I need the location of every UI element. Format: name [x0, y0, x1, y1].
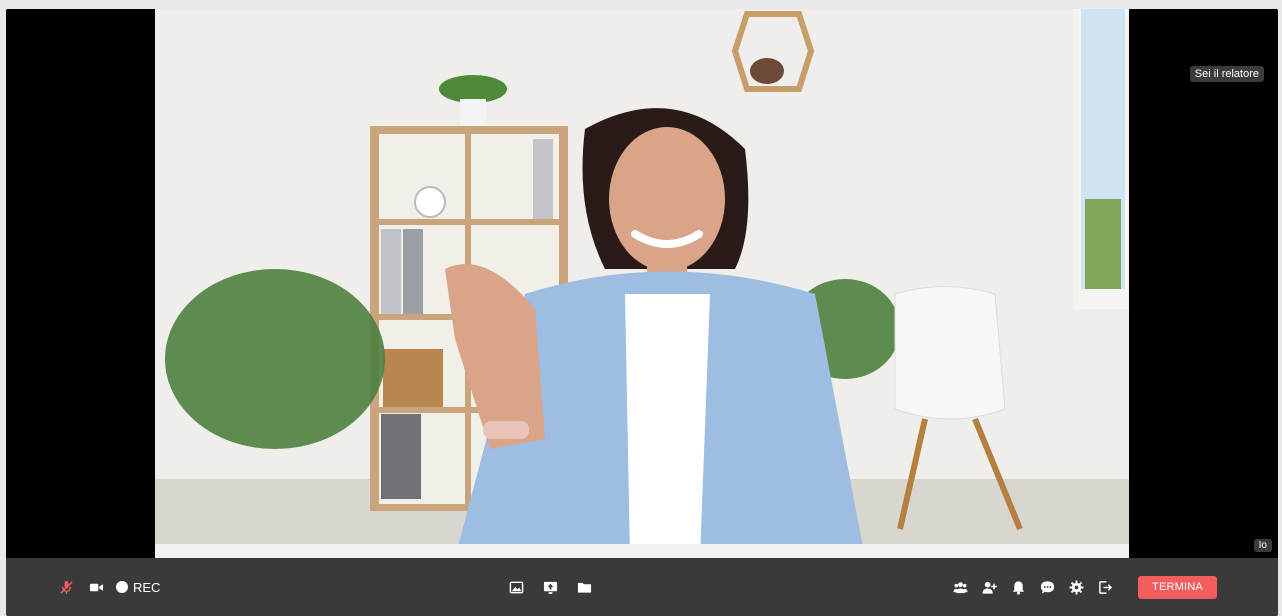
share-screen-button[interactable] — [540, 577, 560, 597]
screen-share-icon — [543, 581, 557, 594]
add-user-icon — [981, 581, 997, 594]
image-icon — [509, 581, 523, 593]
media-controls: REC — [56, 558, 160, 616]
share-image-button[interactable] — [506, 577, 526, 597]
session-controls: TERMINA — [950, 558, 1217, 616]
exit-icon — [1098, 580, 1112, 594]
mic-muted-icon — [59, 580, 73, 594]
chat-button[interactable] — [1037, 577, 1057, 597]
presenter-badge: Sei il relatore — [1189, 66, 1264, 82]
settings-button[interactable] — [1066, 577, 1086, 597]
notification-bell-icon — [1012, 580, 1024, 595]
end-call-button[interactable]: TERMINA — [1138, 575, 1217, 599]
participants-icon — [952, 581, 968, 593]
camera-button[interactable] — [86, 577, 106, 597]
leave-button[interactable] — [1095, 577, 1115, 597]
mute-mic-button[interactable] — [56, 577, 76, 597]
files-button[interactable] — [574, 577, 594, 597]
settings-icon — [1068, 579, 1084, 595]
notifications-button[interactable] — [1008, 577, 1028, 597]
self-view-label: Io — [1253, 539, 1272, 552]
chat-icon — [1040, 580, 1054, 594]
camera-icon — [89, 583, 103, 591]
video-stage: Sei il relatore Io — [6, 9, 1278, 558]
share-controls — [506, 558, 594, 616]
record-label: REC — [133, 579, 161, 595]
record-icon — [116, 581, 128, 593]
video-call-app: Sei il relatore Io REC TERMINA — [6, 9, 1278, 616]
record-button[interactable]: REC — [116, 580, 160, 595]
presenter-video — [155, 9, 1129, 558]
add-participant-button[interactable] — [979, 577, 999, 597]
control-bar: REC TERMINA — [6, 558, 1278, 616]
participants-button[interactable] — [950, 577, 970, 597]
folder-icon — [577, 582, 591, 593]
